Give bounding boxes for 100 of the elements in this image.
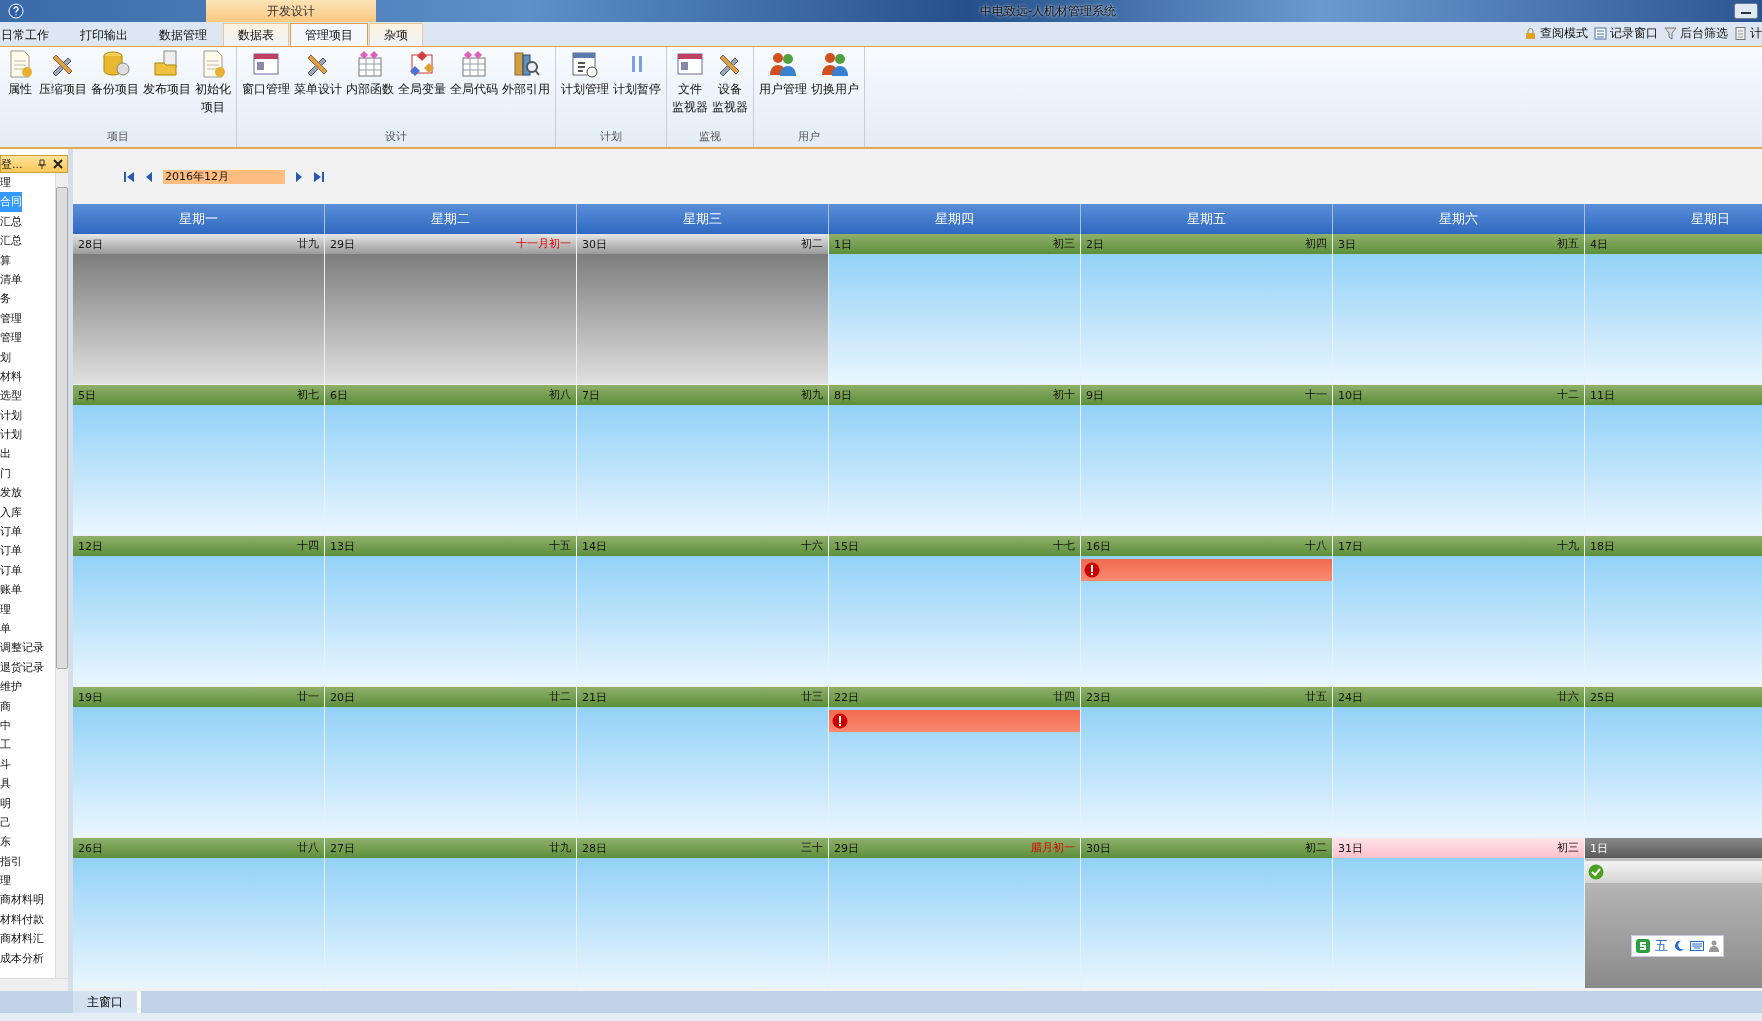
ribbon-button[interactable]: 备份项目 xyxy=(90,47,140,129)
day-cell[interactable]: 19日 廿一 xyxy=(73,687,325,838)
toolbar-button[interactable]: 后台筛选 xyxy=(1664,25,1728,42)
day-cell[interactable]: 29日 十一月初一 xyxy=(325,234,577,385)
day-cell[interactable]: 5日 初七 xyxy=(73,385,325,536)
ribbon-button[interactable]: 切换用户 xyxy=(810,47,860,129)
sidebar-item[interactable]: 出 xyxy=(0,444,55,464)
day-cell[interactable]: 25日 xyxy=(1585,687,1762,838)
day-cell[interactable]: 11日 xyxy=(1585,385,1762,536)
sidebar-item[interactable]: 理 xyxy=(0,871,55,891)
day-cell[interactable]: 4日 xyxy=(1585,234,1762,385)
ribbon-button[interactable]: 初始化 项目 xyxy=(194,47,232,129)
ribbon-button[interactable]: 发布项目 xyxy=(142,47,192,129)
day-cell[interactable]: 12日 十四 xyxy=(73,536,325,687)
ribbon-button[interactable]: 计划管理 xyxy=(560,47,610,129)
input-mode[interactable]: 五 xyxy=(1655,937,1668,955)
scrollbar[interactable] xyxy=(0,978,68,991)
month-field[interactable]: 2016年12月 xyxy=(163,169,285,184)
sidebar-item[interactable]: 订单 xyxy=(0,541,55,561)
sidebar-item[interactable]: 账单 xyxy=(0,580,55,600)
sidebar-item[interactable]: 维护 xyxy=(0,677,55,697)
sidebar-item[interactable]: 中 xyxy=(0,715,55,736)
pin-icon[interactable] xyxy=(37,159,47,169)
toolbar-button[interactable]: 查阅模式 xyxy=(1524,25,1588,42)
ribbon-tab[interactable]: 数据管理 xyxy=(144,23,222,46)
help-icon[interactable] xyxy=(8,3,24,19)
sidebar-item[interactable]: 订单 xyxy=(0,522,55,542)
sidebar-item[interactable]: 订单 xyxy=(0,560,55,581)
sidebar-item[interactable]: 计划 xyxy=(0,425,55,445)
day-cell[interactable]: 20日 廿二 xyxy=(325,687,577,838)
sidebar-item[interactable]: 汇总 xyxy=(0,211,55,232)
next-icon[interactable] xyxy=(294,170,304,183)
sidebar-item[interactable]: 发放 xyxy=(0,483,55,503)
sidebar-item[interactable]: 工 xyxy=(0,735,55,755)
ribbon-tab[interactable]: 日常工作 xyxy=(0,23,64,46)
ribbon-button[interactable]: 菜单设计 xyxy=(293,47,343,129)
day-cell[interactable]: 28日 廿九 xyxy=(73,234,325,385)
ribbon-button[interactable]: 计划暂停 xyxy=(612,47,662,129)
sidebar-item[interactable]: 调整记录 xyxy=(0,638,55,658)
day-cell[interactable]: 14日 十六 xyxy=(577,536,829,687)
day-cell[interactable]: 1日 初三 xyxy=(829,234,1081,385)
sidebar-item[interactable]: 门 xyxy=(0,463,55,484)
day-cell[interactable]: 30日 初二 xyxy=(1081,838,1333,989)
sidebar-item[interactable]: 退货记录 xyxy=(0,657,55,678)
sidebar-item[interactable]: 清单 xyxy=(0,269,55,290)
toolbar-button[interactable]: 记录窗口 xyxy=(1594,25,1658,42)
sidebar-item[interactable]: 汇总 xyxy=(0,231,55,251)
sidebar-item[interactable]: 具 xyxy=(0,774,55,794)
sidebar-item[interactable]: 指引 xyxy=(0,851,55,872)
event-bar[interactable] xyxy=(1585,861,1762,883)
sidebar-item[interactable]: 单 xyxy=(0,619,55,639)
ribbon-button[interactable]: 外部引用 xyxy=(501,47,551,129)
day-cell[interactable]: 3日 初五 xyxy=(1333,234,1585,385)
minimize-button[interactable] xyxy=(1734,3,1758,19)
last-icon[interactable] xyxy=(313,170,325,183)
day-cell[interactable]: 17日 十九 xyxy=(1333,536,1585,687)
day-cell[interactable]: 23日 廿五 xyxy=(1081,687,1333,838)
ribbon-button[interactable]: 用户管理 xyxy=(758,47,808,129)
day-cell[interactable]: 28日 三十 xyxy=(577,838,829,989)
day-cell[interactable]: 24日 廿六 xyxy=(1333,687,1585,838)
day-cell[interactable]: 21日 廿三 xyxy=(577,687,829,838)
ribbon-button[interactable]: 文件 监视器 xyxy=(671,47,709,129)
ribbon-button[interactable]: 全局变量 xyxy=(397,47,447,129)
sidebar-item[interactable]: 商 xyxy=(0,696,55,716)
toolbar-button[interactable]: 计 xyxy=(1734,25,1762,42)
first-icon[interactable] xyxy=(123,170,135,183)
day-cell[interactable]: 22日 廿四 xyxy=(829,687,1081,838)
day-cell[interactable]: 2日 初四 xyxy=(1081,234,1333,385)
ribbon-button[interactable]: 全局代码 xyxy=(449,47,499,129)
close-icon[interactable] xyxy=(53,159,63,169)
day-cell[interactable]: 15日 十七 xyxy=(829,536,1081,687)
document-tab[interactable]: 主窗口 xyxy=(73,991,141,1013)
day-cell[interactable]: 31日 初三 xyxy=(1333,838,1585,989)
sidebar-item[interactable]: 斗 xyxy=(0,754,55,775)
ribbon-tab[interactable]: 杂项 xyxy=(369,23,423,46)
sidebar-item[interactable]: 管理 xyxy=(0,328,55,348)
ribbon-button[interactable]: 压缩项目 xyxy=(38,47,88,129)
day-cell[interactable]: 27日 廿九 xyxy=(325,838,577,989)
ribbon-tab[interactable]: 管理项目 xyxy=(290,23,368,46)
sidebar-item[interactable]: 务 xyxy=(0,289,55,309)
ribbon-button[interactable]: 属性 xyxy=(4,47,36,129)
scrollbar[interactable] xyxy=(55,173,68,978)
sidebar-item[interactable]: 明 xyxy=(0,793,55,813)
day-cell[interactable]: 30日 初二 xyxy=(577,234,829,385)
sidebar-item[interactable]: 理 xyxy=(0,173,55,193)
sidebar-item[interactable]: 材料 xyxy=(0,366,55,387)
day-cell[interactable]: 6日 初八 xyxy=(325,385,577,536)
sidebar-item[interactable]: 成本分析 xyxy=(0,948,55,968)
day-cell[interactable]: 29日 腊月初一 xyxy=(829,838,1081,989)
ribbon-tab[interactable]: 打印输出 xyxy=(65,23,143,46)
sidebar-item[interactable]: 东 xyxy=(0,832,55,852)
day-cell[interactable]: 13日 十五 xyxy=(325,536,577,687)
sidebar-item[interactable]: 入库 xyxy=(0,502,55,523)
day-cell[interactable]: 9日 十一 xyxy=(1081,385,1333,536)
person-icon[interactable] xyxy=(1709,940,1719,952)
day-cell[interactable]: 7日 初九 xyxy=(577,385,829,536)
sidebar-item[interactable]: 算 xyxy=(0,250,55,270)
sidebar-item[interactable]: 理 xyxy=(0,599,55,619)
moon-icon[interactable] xyxy=(1673,940,1685,952)
sidebar-item[interactable]: 管理 xyxy=(0,308,55,329)
